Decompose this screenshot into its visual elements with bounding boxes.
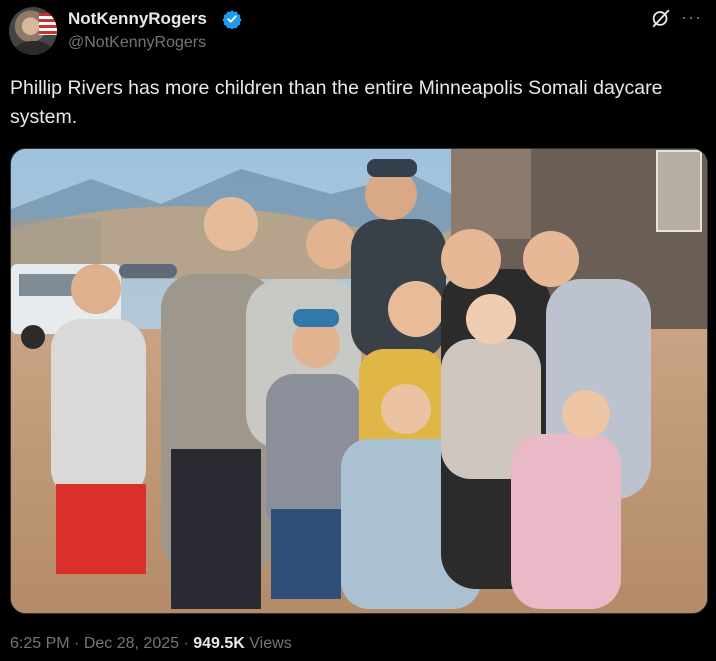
family-photo-image (11, 149, 707, 613)
grok-icon[interactable] (650, 7, 672, 29)
tweet-time[interactable]: 6:25 PM (10, 635, 70, 652)
tweet-text: Phillip Rivers has more children than th… (10, 77, 663, 128)
views-label: Views (249, 635, 292, 652)
meta-separator: · (183, 635, 189, 652)
verified-badge-icon (222, 10, 242, 29)
tweet-meta: 6:25 PM · Dec 28, 2025 · 949.5K Views (10, 635, 292, 653)
author-display-name[interactable]: NotKennyRogers (68, 9, 207, 29)
views-count[interactable]: 949.5K (193, 635, 245, 652)
tweet-photo[interactable] (10, 148, 708, 614)
more-options-icon[interactable]: ··· (681, 8, 703, 28)
author-handle[interactable]: @NotKennyRogers (68, 34, 206, 52)
tweet-date[interactable]: Dec 28, 2025 (84, 635, 179, 652)
meta-separator: · (74, 635, 80, 652)
avatar-shirt (15, 41, 51, 55)
avatar[interactable] (9, 7, 57, 55)
avatar-flag (39, 13, 57, 35)
